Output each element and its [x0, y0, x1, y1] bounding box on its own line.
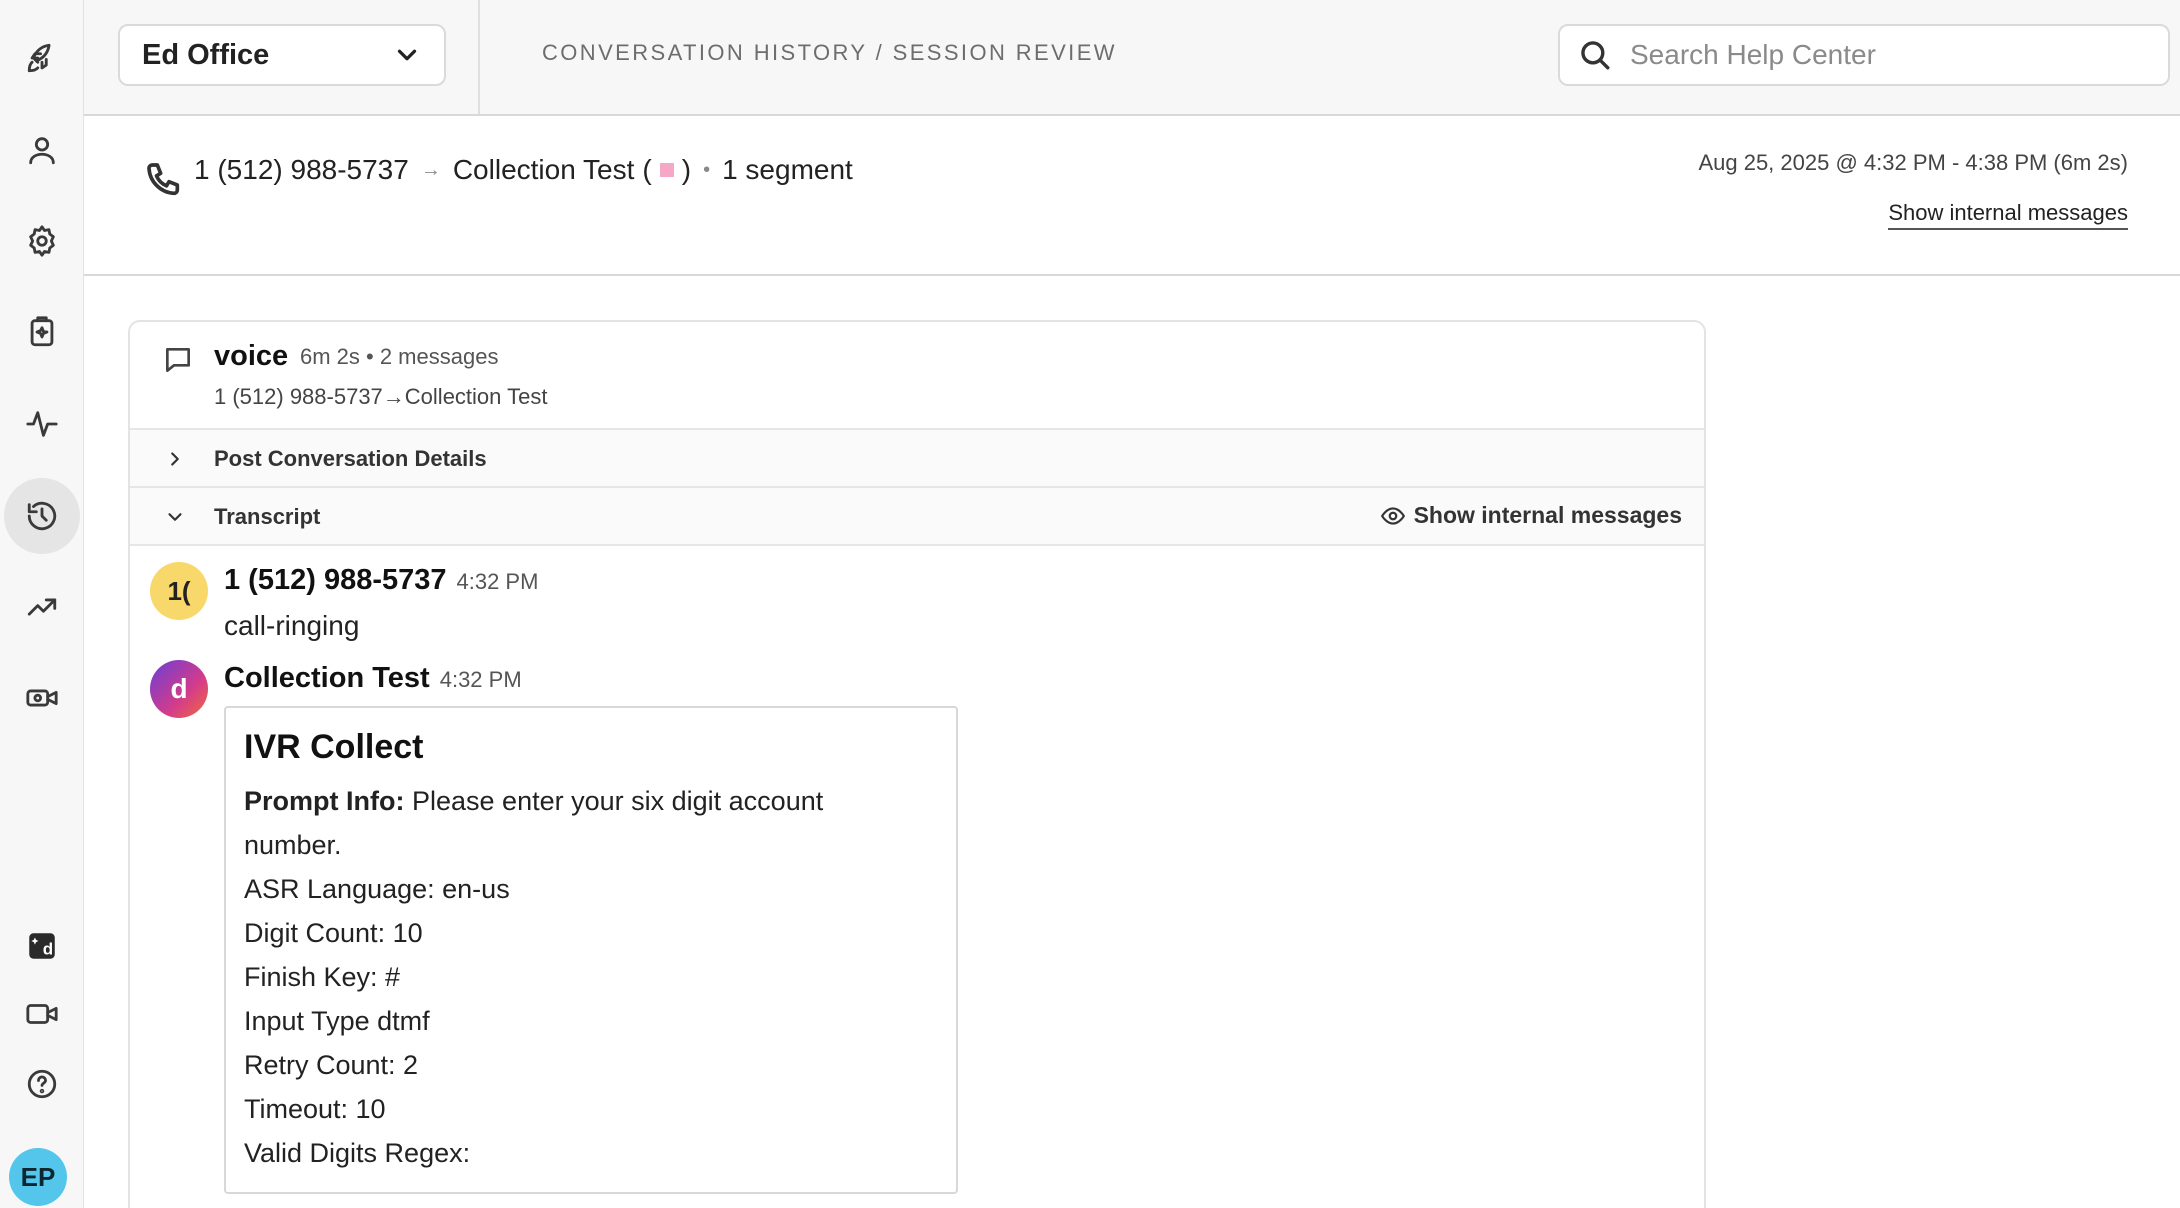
session-to: Collection Test — [452, 154, 635, 185]
tag-open-paren: ( — [642, 154, 652, 185]
segment-meta: 6m 2s • 2 messages — [300, 344, 499, 369]
chat-bubble-icon — [162, 344, 194, 376]
trending-up-icon — [27, 598, 57, 616]
avatar: d — [150, 660, 208, 718]
left-nav-rail: d EP — [0, 0, 84, 1208]
avatar: 1( — [150, 562, 208, 620]
video-camera-icon — [26, 1004, 58, 1024]
help-circle-icon — [27, 1069, 57, 1099]
color-tag-swatch — [659, 163, 674, 177]
arrow-right-icon: → — [420, 158, 441, 181]
ivr-valid-digits-regex: Valid Digits Regex: — [244, 1138, 471, 1168]
tag-close-paren: ) — [681, 154, 692, 185]
segment-channel: voice — [214, 340, 289, 372]
prompt-info-value: Please enter your six digit account — [412, 786, 824, 816]
separator-dot: • — [703, 158, 711, 181]
clipboard-sparkle-icon — [30, 316, 54, 347]
pulse-icon — [26, 411, 58, 437]
brand-logo-icon: d — [29, 933, 55, 959]
chevron-right-icon — [164, 448, 186, 470]
rail-item-video[interactable] — [4, 976, 80, 1052]
session-header: 1 (512) 988-5737 → Collection Test ( ) •… — [84, 116, 2180, 276]
transcript-label: Transcript — [214, 504, 321, 529]
ivr-finish-key: Finish Key: # — [244, 962, 401, 992]
top-bar: Ed Office CONVERSATION HISTORY / SESSION… — [84, 0, 2180, 116]
rail-item-video-settings[interactable] — [4, 660, 80, 736]
ivr-timeout: Timeout: 10 — [244, 1094, 386, 1124]
rail-item-brand[interactable]: d — [4, 908, 80, 984]
ivr-input-type: Input Type dtmf — [244, 1006, 430, 1036]
segment-count: 1 segment — [722, 154, 853, 185]
chevron-down-icon — [392, 40, 422, 70]
message-sender: 1 (512) 988-5737 4:32 PM — [224, 564, 538, 597]
search-input[interactable] — [1630, 39, 2130, 71]
organization-name: Ed Office — [142, 38, 270, 71]
message-time: 4:32 PM — [439, 667, 522, 692]
post-conversation-details-toggle[interactable]: Post Conversation Details — [130, 430, 1704, 488]
avatar-letter: d — [170, 673, 188, 704]
prompt-info-value-cont: number. — [244, 830, 342, 860]
gear-icon — [29, 225, 55, 257]
rail-item-ai-tasks[interactable] — [4, 294, 80, 370]
rail-item-activity[interactable] — [4, 386, 80, 462]
transcript-toggle[interactable]: Transcript Show internal messages — [130, 488, 1704, 546]
rail-item-history[interactable] — [4, 478, 80, 554]
ivr-asr-language: ASR Language: en-us — [244, 874, 510, 904]
message-sender: Collection Test 4:32 PM — [224, 662, 522, 695]
eye-icon — [1380, 506, 1405, 525]
session-from: 1 (512) 988-5737 — [194, 154, 409, 185]
ivr-collect-card: IVR Collect Prompt Info: Please enter yo… — [224, 706, 958, 1194]
segment-card: voice 6m 2s • 2 messages 1 (512) 988-573… — [128, 320, 1706, 1208]
phone-icon — [144, 160, 184, 200]
rail-item-users[interactable] — [4, 112, 80, 188]
sender-name: Collection Test — [224, 662, 430, 694]
transcript: 1( 1 (512) 988-5737 4:32 PM call-ringing … — [130, 548, 1704, 1208]
ivr-prompt-info: Prompt Info: Please enter your six digit… — [244, 779, 938, 823]
rail-item-launch[interactable] — [4, 20, 80, 96]
breadcrumb: CONVERSATION HISTORY / SESSION REVIEW — [542, 40, 1117, 65]
prompt-info-label: Prompt Info: — [244, 786, 405, 816]
sender-name: 1 (512) 988-5737 — [224, 564, 447, 596]
ivr-digit-count: Digit Count: 10 — [244, 918, 423, 948]
history-icon — [27, 501, 57, 531]
segment-route: 1 (512) 988-5737→Collection Test — [214, 384, 548, 409]
show-internal-messages-label: Show internal messages — [1413, 502, 1682, 528]
session-time-range: Aug 25, 2025 @ 4:32 PM - 4:38 PM (6m 2s) — [1698, 150, 2128, 175]
message-caller: 1( 1 (512) 988-5737 4:32 PM call-ringing — [150, 548, 1650, 641]
rail-item-settings[interactable] — [4, 203, 80, 279]
svg-text:d: d — [43, 940, 53, 959]
ivr-retry-count: Retry Count: 2 — [244, 1050, 419, 1080]
video-gear-icon — [26, 689, 58, 707]
search-icon — [1581, 41, 1610, 70]
rail-item-analytics[interactable] — [4, 569, 80, 645]
user-icon — [29, 137, 55, 165]
ivr-card-title: IVR Collect — [244, 728, 424, 766]
search-box[interactable] — [1558, 24, 2170, 86]
session-summary: 1 (512) 988-5737 → Collection Test ( ) •… — [194, 154, 853, 186]
organization-select[interactable]: Ed Office — [118, 24, 446, 86]
rocket-icon — [27, 43, 51, 73]
chevron-down-icon — [164, 506, 186, 528]
user-avatar[interactable]: EP — [9, 1148, 67, 1206]
show-internal-messages-button[interactable]: Show internal messages — [1380, 502, 1682, 529]
rail-item-help[interactable] — [4, 1046, 80, 1122]
show-internal-messages-link[interactable]: Show internal messages — [1888, 200, 2128, 230]
message-time: 4:32 PM — [456, 569, 539, 594]
message-text: call-ringing — [224, 610, 360, 641]
post-conversation-details-label: Post Conversation Details — [214, 446, 487, 471]
topbar-divider — [478, 0, 480, 114]
segment-header: voice 6m 2s • 2 messages 1 (512) 988-573… — [130, 322, 1704, 430]
